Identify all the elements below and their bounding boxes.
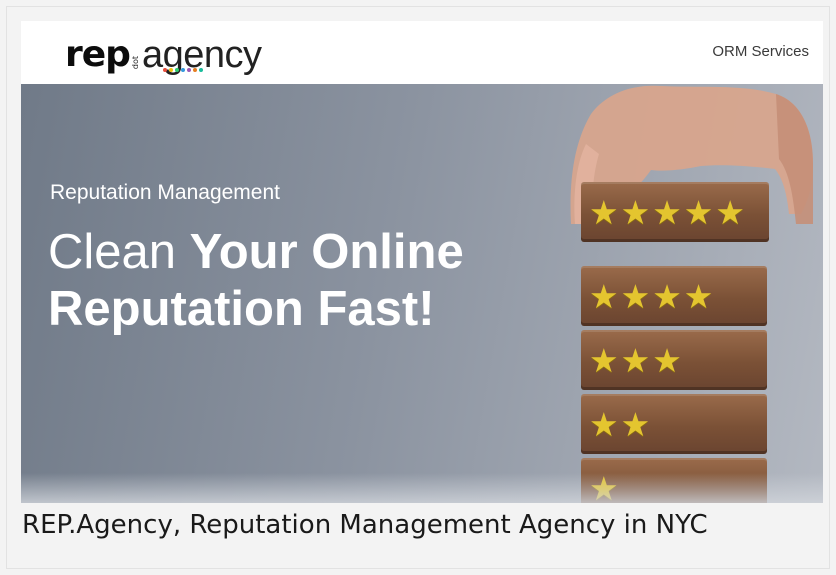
star-icon: ★	[589, 192, 619, 232]
logo-color-dot	[181, 68, 185, 72]
hero-banner: Reputation Management Clean Your Online …	[21, 84, 823, 503]
star-icon: ★	[589, 276, 619, 316]
star-icon: ★	[620, 340, 651, 380]
hero-title-bold-1: Your Online	[189, 225, 464, 279]
star-icon: ★	[652, 276, 682, 316]
star-icon: ★	[589, 340, 619, 380]
star-icon: ★	[589, 404, 619, 444]
site-preview[interactable]: rep dot agency ORM Services Reputation M…	[21, 21, 823, 503]
site-header: rep dot agency ORM Services	[21, 21, 823, 84]
star-icon: ★	[683, 276, 714, 316]
hero-subtitle: Reputation Management	[50, 181, 280, 204]
star-icon: ★	[715, 192, 745, 232]
rating-block-3-stars: ★ ★ ★	[581, 330, 767, 390]
nav-orm-services-link[interactable]: ORM Services	[712, 43, 809, 60]
logo-rep-text: rep	[65, 34, 131, 75]
floor-gradient	[21, 473, 823, 503]
star-icon: ★	[620, 192, 651, 232]
star-icon: ★	[652, 192, 682, 232]
star-icon: ★	[652, 340, 682, 380]
star-icon: ★	[683, 192, 714, 232]
rating-block-5-stars: ★ ★ ★ ★ ★	[581, 182, 769, 242]
star-icon: ★	[620, 404, 651, 444]
hero-title-light: Clean	[48, 225, 177, 279]
star-icon: ★	[620, 276, 651, 316]
link-preview-card[interactable]: rep dot agency ORM Services Reputation M…	[6, 6, 830, 569]
link-caption[interactable]: REP.Agency, Reputation Management Agency…	[22, 510, 708, 540]
logo-color-dot	[199, 68, 203, 72]
rating-block-4-stars: ★ ★ ★ ★	[581, 266, 767, 326]
logo-dot-text: dot	[130, 55, 140, 69]
hero-title: Clean Your Online Reputation Fast!	[48, 224, 568, 338]
logo-color-dot	[175, 68, 179, 72]
logo-color-dot	[193, 68, 197, 72]
logo-color-dot	[163, 68, 167, 72]
logo-color-dot	[169, 68, 173, 72]
rating-blocks-stack: ★★★★★★★★★★★★★★★	[581, 182, 781, 503]
logo-color-dots	[163, 68, 203, 72]
rating-block-2-stars: ★ ★	[581, 394, 767, 454]
hero-title-bold-2: Reputation Fast!	[48, 282, 435, 336]
logo-color-dot	[187, 68, 191, 72]
